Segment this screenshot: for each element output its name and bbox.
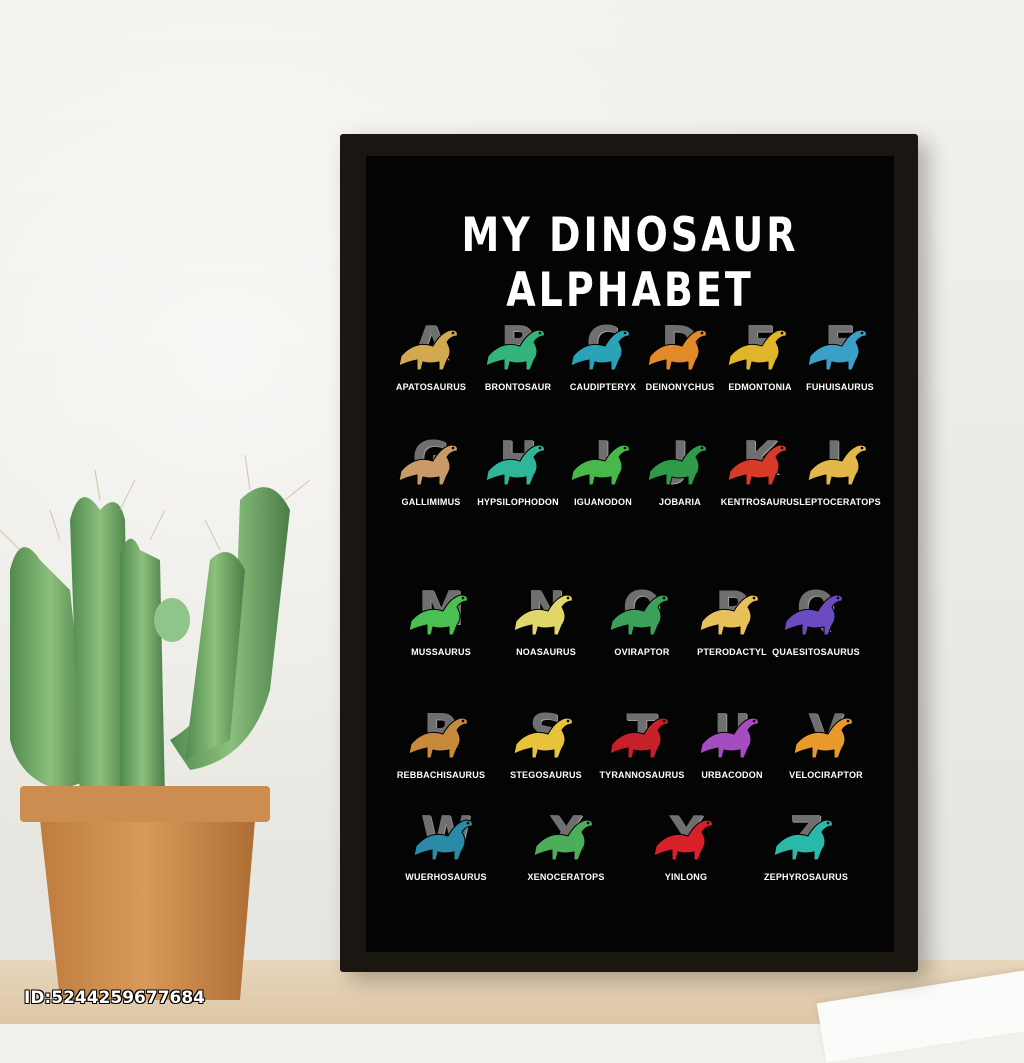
alphabet-cell-g: G GALLIMIMUS — [381, 431, 481, 521]
alphabet-cell-o: O OVIRAPTOR — [592, 581, 692, 671]
alphabet-cell-q: Q QUAESITOSAURUS — [766, 581, 866, 671]
dinosaur-name: MUSSAURUS — [411, 647, 471, 657]
dinosaur-illustration — [413, 819, 473, 861]
dinosaur-alphabet-poster: MY DINOSAUR ALPHABET A APATOSAURUS B BRONTO… — [366, 156, 894, 952]
alphabet-cell-w: W WUERHOSAURUS — [396, 806, 496, 896]
alphabet-cell-n: N NOASAURUS — [496, 581, 596, 671]
alphabet-cell-v: V VELOCIRAPTOR — [776, 704, 876, 794]
alphabet-cell-y: Y YINLONG — [636, 806, 736, 896]
dinosaur-illustration — [807, 444, 867, 486]
dinosaur-illustration — [485, 444, 545, 486]
dinosaur-illustration — [408, 717, 468, 759]
dinosaur-name: LEPTOCERATOPS — [799, 497, 881, 507]
alphabet-cell-l: L LEPTOCERATOPS — [790, 431, 890, 521]
dinosaur-illustration — [408, 594, 468, 636]
alphabet-cell-x: X XENOCERATOPS — [516, 806, 616, 896]
dinosaur-illustration — [609, 594, 669, 636]
dinosaur-illustration — [653, 819, 713, 861]
dinosaur-name: XENOCERATOPS — [527, 872, 605, 882]
dinosaur-illustration — [793, 717, 853, 759]
dinosaur-name: REBBACHISAURUS — [396, 770, 486, 780]
cactus-stems — [10, 487, 290, 800]
dinosaur-illustration — [609, 717, 669, 759]
watermark-id: ID:5244259677684 — [24, 988, 206, 1008]
alphabet-cell-m: M MUSSAURUS — [391, 581, 491, 671]
alphabet-cell-f: F FUHUISAURUS — [790, 316, 890, 406]
dinosaur-illustration — [807, 329, 867, 371]
dinosaur-name: YINLONG — [664, 872, 708, 882]
dinosaur-illustration — [647, 444, 707, 486]
alphabet-cell-a: A APATOSAURUS — [381, 316, 481, 406]
dinosaur-illustration — [570, 444, 630, 486]
alphabet-cell-z: Z ZEPHYROSAURUS — [756, 806, 856, 896]
dinosaur-illustration — [783, 594, 843, 636]
alphabet-cell-u: U URBACODON — [682, 704, 782, 794]
dinosaur-name: WUERHOSAURUS — [405, 872, 487, 882]
dinosaur-illustration — [398, 329, 458, 371]
dinosaur-name: QUAESITOSAURUS — [772, 647, 860, 657]
dinosaur-illustration — [647, 329, 707, 371]
alphabet-cell-t: T TYRANNOSAURUS — [592, 704, 692, 794]
dinosaur-illustration — [513, 594, 573, 636]
dinosaur-illustration — [699, 594, 759, 636]
dinosaur-illustration — [513, 717, 573, 759]
dinosaur-name: FUHUISAURUS — [806, 382, 874, 392]
dinosaur-name: VELOCIRAPTOR — [789, 770, 863, 780]
dinosaur-illustration — [570, 329, 630, 371]
dinosaur-illustration — [533, 819, 593, 861]
poster-title: MY DINOSAUR ALPHABET — [461, 207, 799, 317]
dinosaur-illustration — [727, 444, 787, 486]
dinosaur-illustration — [699, 717, 759, 759]
dinosaur-illustration — [773, 819, 833, 861]
alphabet-cell-s: S STEGOSAURUS — [496, 704, 596, 794]
alphabet-cell-r: R REBBACHISAURUS — [391, 704, 491, 794]
potted-cactus — [0, 454, 311, 1000]
dinosaur-illustration — [485, 329, 545, 371]
dinosaur-illustration — [727, 329, 787, 371]
dinosaur-name: ZEPHYROSAURUS — [763, 872, 849, 882]
dinosaur-illustration — [398, 444, 458, 486]
